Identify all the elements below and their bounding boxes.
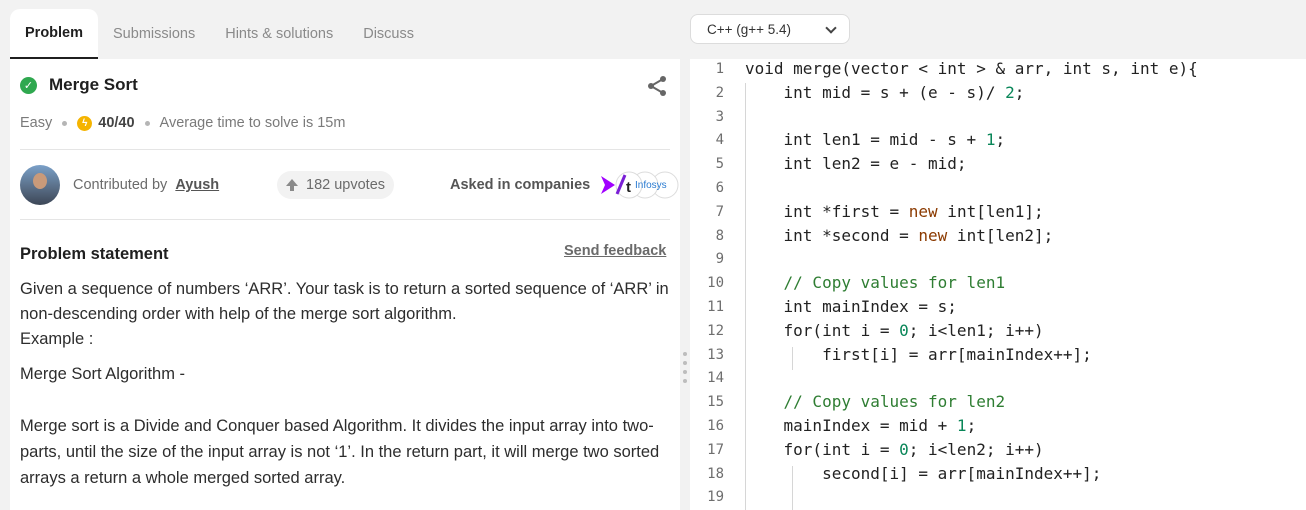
code-line[interactable]: int *second = new int[len2]; (745, 226, 1054, 245)
upvote-count: 182 upvotes (306, 177, 386, 193)
code-line[interactable]: second[i] = arr[mainIndex++]; (745, 464, 1101, 483)
line-number: 8 (715, 227, 724, 244)
divider (20, 219, 670, 220)
example-label: Example : (20, 330, 94, 348)
contributor-link[interactable]: Ayush (175, 177, 219, 193)
code-editor[interactable]: 1 2 3 4 5 6 7 8 9 10 11 12 13 14 15 16 17 18 19 void merge… (690, 59, 1306, 510)
upvote-arrow-icon (286, 178, 298, 191)
share-icon[interactable] (646, 75, 668, 97)
code-line[interactable]: int len1 = mid - s + 1; (745, 130, 1006, 149)
line-number: 6 (715, 180, 724, 196)
line-number: 17 (707, 441, 724, 458)
chevron-down-icon (825, 22, 837, 34)
indent-guide (745, 83, 746, 510)
statement-paragraph: Given a sequence of numbers ‘ARR’. Your … (20, 280, 669, 323)
svg-text:t: t (626, 179, 631, 196)
code-line[interactable]: int mid = s + (e - s)/ 2; (745, 83, 1025, 102)
line-number: 19 (707, 489, 724, 506)
svg-text:Infosys: Infosys (635, 180, 667, 191)
code-line[interactable]: int mainIndex = s; (745, 297, 957, 316)
algorithm-heading: Merge Sort Algorithm - (20, 365, 186, 383)
line-number: 11 (707, 299, 724, 315)
code-line[interactable]: int len2 = e - mid; (745, 154, 967, 173)
tab-problem[interactable]: Problem (10, 9, 99, 59)
resize-handle[interactable] (683, 352, 687, 388)
tab-submissions[interactable]: Submissions (98, 9, 210, 59)
send-feedback-link[interactable]: Send feedback (564, 243, 666, 259)
problem-tabs: Problem Submissions Hints & solutions Di… (10, 9, 429, 59)
problem-meta: Easy ϟ 40/40 Average time to solve is 15… (20, 115, 345, 131)
line-number: 7 (715, 203, 724, 220)
line-number: 3 (715, 108, 724, 125)
code-line[interactable]: void merge(vector < int > & arr, int s, … (745, 59, 1198, 78)
tab-discuss[interactable]: Discuss (348, 9, 429, 59)
problem-title: Merge Sort (49, 75, 138, 94)
indent-guide (792, 465, 793, 510)
problem-panel: Problem Submissions Hints & solutions Di… (0, 0, 680, 510)
problem-statement-heading: Problem statement (20, 245, 169, 263)
line-number: 4 (715, 132, 724, 149)
code-line[interactable]: // Copy values for len1 (745, 273, 1006, 292)
difficulty-label: Easy (20, 115, 53, 131)
line-number: 18 (707, 465, 724, 482)
language-select[interactable]: C++ (g++ 5.4) (690, 14, 850, 44)
line-number: 9 (715, 251, 724, 268)
separator-dot (144, 120, 150, 126)
separator-dot (62, 120, 68, 126)
line-number: 5 (715, 156, 724, 173)
language-value: C++ (g++ 5.4) (707, 21, 792, 37)
line-number: 1 (715, 61, 724, 77)
line-number: 12 (707, 322, 724, 339)
indent-guide (792, 346, 793, 371)
algorithm-description: Merge sort is a Divide and Conquer based… (20, 417, 660, 487)
company-logos[interactable]: t Infosys (599, 170, 679, 200)
line-number: 10 (707, 275, 724, 292)
avatar[interactable] (20, 165, 60, 205)
divider (20, 149, 670, 150)
upvote-button[interactable]: 182 upvotes (277, 171, 395, 199)
contributor-row: Contributed by Ayush 182 upvotes Asked i… (20, 165, 679, 205)
code-line[interactable]: for(int i = 0; i<len2; i++) (745, 440, 1044, 459)
problem-content: ✓ Merge Sort Easy ϟ 40/40 Average time t… (10, 59, 680, 510)
title-row: ✓ Merge Sort (20, 75, 138, 95)
solved-check-icon: ✓ (20, 76, 37, 94)
line-number: 15 (707, 394, 724, 411)
points-value: 40/40 (98, 115, 135, 131)
code-line[interactable]: first[i] = arr[mainIndex++]; (745, 345, 1092, 364)
bolt-icon: ϟ (77, 115, 93, 131)
tab-hints-solutions[interactable]: Hints & solutions (210, 9, 348, 59)
line-number: 2 (715, 84, 724, 101)
code-line[interactable]: // Copy values for len2 (745, 392, 1006, 411)
contributed-by-label: Contributed by (73, 177, 168, 193)
code-line[interactable]: int *first = new int[len1]; (745, 202, 1044, 221)
code-line[interactable]: for(int i = 0; i<len1; i++) (745, 321, 1044, 340)
contributed-by: Contributed by Ayush (73, 177, 219, 193)
line-number: 16 (707, 418, 724, 434)
code-line[interactable]: mainIndex = mid + 1; (745, 416, 977, 435)
avg-time: Average time to solve is 15m (159, 115, 346, 131)
line-number: 14 (707, 370, 724, 387)
line-number: 13 (707, 346, 724, 363)
asked-in-companies-label: Asked in companies (450, 177, 591, 193)
